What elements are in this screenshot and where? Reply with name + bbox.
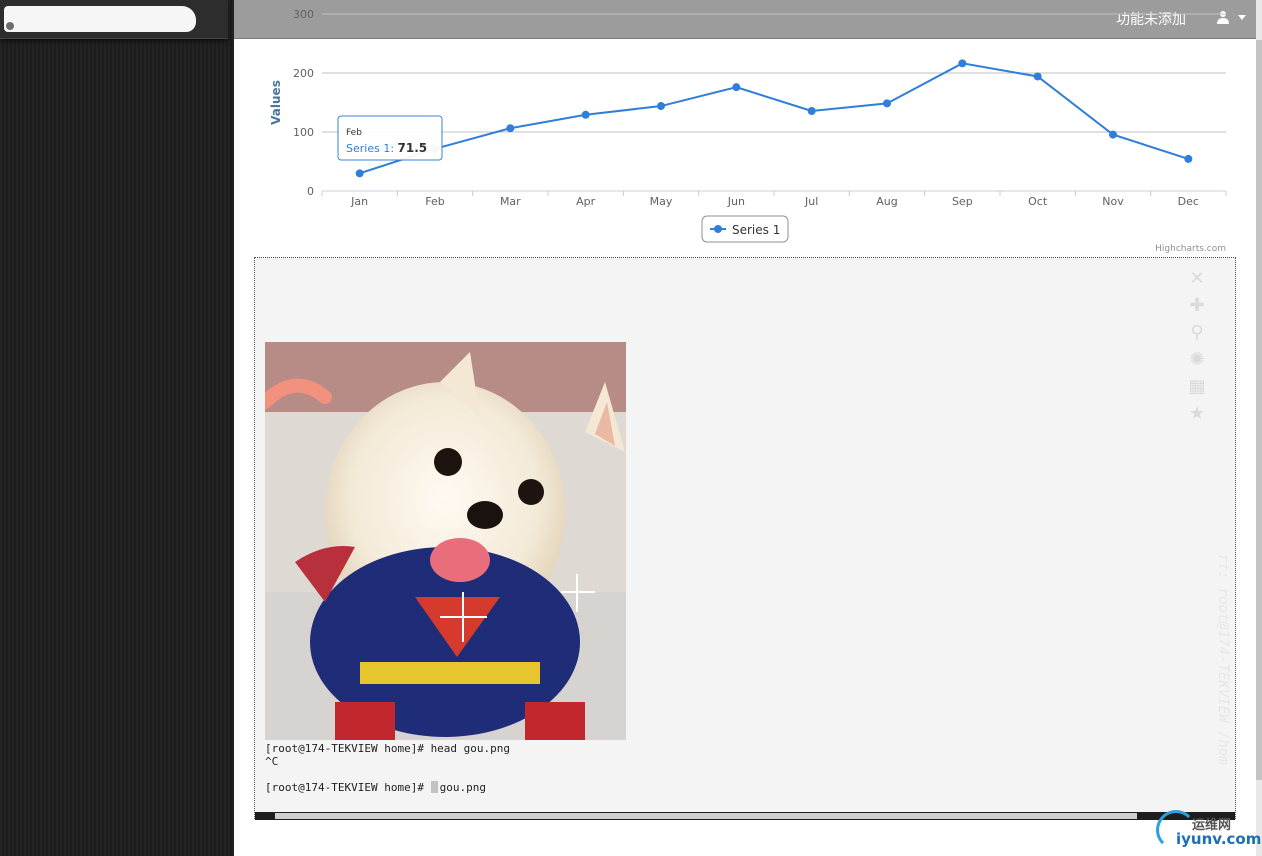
page-scrollbar[interactable] xyxy=(1256,0,1262,856)
redacted-brand xyxy=(4,6,196,32)
terminal-line: ^C xyxy=(265,755,279,768)
terminal-line: [root@174-TEKVIEW home]# head gou.png xyxy=(265,742,511,755)
x-tick-label: Jun xyxy=(727,195,745,208)
data-point xyxy=(1184,154,1193,163)
data-point xyxy=(581,110,590,119)
legend-item: Series 1 xyxy=(732,223,780,237)
brand-icon xyxy=(6,22,14,30)
data-point xyxy=(732,83,741,92)
terminal-prompt: [root@174-TEKVIEW home]# xyxy=(265,781,431,794)
x-tick-label: Oct xyxy=(1028,195,1048,208)
y-tick-label: 300 xyxy=(293,8,314,21)
terminal-output[interactable]: [root@174-TEKVIEW home]# head gou.png ^C… xyxy=(265,742,1145,794)
data-point xyxy=(657,102,665,111)
x-tick-label: Sep xyxy=(952,195,973,208)
grid-icon[interactable]: ▦ xyxy=(1183,374,1211,398)
line-chart: 0 100 200 300 Jan Feb Mar Apr May Jun Jul Aug Sep Oct… xyxy=(234,0,1256,256)
series-line xyxy=(359,62,1189,175)
data-point xyxy=(958,59,967,68)
y-tick-label: 100 xyxy=(293,126,314,139)
tooltip-value: 71.5 xyxy=(398,141,428,155)
terminal-cursor xyxy=(430,781,438,793)
tooltip-category: Feb xyxy=(346,128,362,138)
data-point xyxy=(883,99,891,108)
sidebar xyxy=(0,0,234,856)
panel-scrollbar-thumb[interactable] xyxy=(275,813,1137,819)
y-tick-label: 0 xyxy=(307,185,314,198)
x-tick-label: Jan xyxy=(350,195,368,208)
x-tick-label: Nov xyxy=(1102,195,1124,208)
dog-image xyxy=(265,342,626,740)
y-tick-label: 200 xyxy=(293,67,314,80)
panel-scrollbar[interactable] xyxy=(255,812,1235,820)
x-tick-label: Feb xyxy=(425,195,444,208)
watermark-en: iyunv.com xyxy=(1176,830,1262,848)
gear-icon[interactable]: ✺ xyxy=(1183,347,1211,371)
watermark: 运维网 iyunv.com xyxy=(1156,810,1261,850)
data-point xyxy=(355,169,364,178)
data-point xyxy=(1033,72,1042,81)
chart-svg: 0 100 200 300 Jan Feb Mar Apr May Jun Jul Aug Sep Oct… xyxy=(269,8,1227,243)
terminal-input[interactable]: gou.png xyxy=(440,781,486,794)
panel-vertical-title: rt: root@174-TEKVIEW /hom xyxy=(1215,554,1231,765)
plus-icon[interactable]: ✚ xyxy=(1183,293,1211,317)
terminal-panel[interactable]: ✕ ✚ ⚲ ✺ ▦ ★ [root@174-TEKVIEW home]# hea… xyxy=(254,257,1236,820)
star-icon[interactable]: ★ xyxy=(1183,401,1211,425)
x-tick-label: Mar xyxy=(500,195,521,208)
tooltip-series-name: Series 1: 71.5 xyxy=(346,141,427,155)
x-tick-label: Aug xyxy=(876,195,897,208)
x-tick-label: Apr xyxy=(576,195,596,208)
x-tick-label: Dec xyxy=(1178,195,1199,208)
panel-toolbar: ✕ ✚ ⚲ ✺ ▦ ★ xyxy=(1183,266,1211,428)
dog-photo xyxy=(265,342,626,740)
scrollbar-thumb[interactable] xyxy=(1256,40,1262,780)
x-tick-label: Jul xyxy=(804,195,818,208)
data-point xyxy=(506,124,515,133)
legend-symbol-marker xyxy=(714,225,722,233)
data-point xyxy=(807,106,816,115)
y-axis-label: Values xyxy=(269,80,283,125)
chart-credit[interactable]: Highcharts.com xyxy=(1155,244,1226,254)
search-icon[interactable]: ⚲ xyxy=(1183,320,1211,344)
close-icon[interactable]: ✕ xyxy=(1183,266,1211,290)
brand-bar xyxy=(0,0,228,39)
data-point xyxy=(1109,130,1117,139)
terminal-prompt-line[interactable]: [root@174-TEKVIEW home]# gou.png xyxy=(265,781,1145,794)
x-tick-label: May xyxy=(650,195,673,208)
